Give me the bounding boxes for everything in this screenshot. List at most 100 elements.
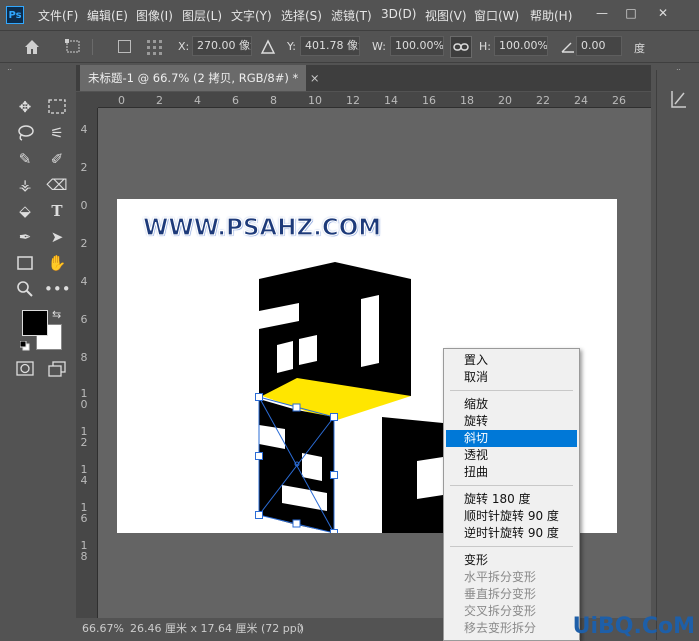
menu-edit[interactable]: 编辑(E) <box>87 7 128 24</box>
swap-colors-icon[interactable]: ⇆ <box>52 308 61 321</box>
ctx-place[interactable]: 置入 <box>446 352 577 369</box>
w-label: W: <box>372 40 386 53</box>
lasso-tool-icon[interactable] <box>12 120 38 146</box>
transform-handle[interactable] <box>330 471 338 479</box>
menu-image[interactable]: 图像(I) <box>136 7 173 24</box>
transform-context-menu: 置入 取消 缩放 旋转 斜切 透视 扭曲 旋转 180 度 顺时针旋转 90 度… <box>443 348 580 641</box>
w-input[interactable]: 100.00% <box>390 36 444 56</box>
ctx-scale[interactable]: 缩放 <box>446 396 577 413</box>
transform-handle[interactable] <box>255 393 263 401</box>
hand-tool-icon[interactable]: ✋ <box>44 250 70 276</box>
home-icon[interactable] <box>22 37 42 57</box>
ruler-tick: 20 <box>498 94 512 107</box>
x-label: X: <box>178 40 190 53</box>
menu-filter[interactable]: 滤镜(T) <box>331 7 372 24</box>
ruler-tick: 2 <box>80 161 88 174</box>
ctx-distort[interactable]: 扭曲 <box>446 464 577 481</box>
angle-unit: 度 <box>634 42 645 55</box>
brush-tool-icon[interactable]: ✐ <box>44 146 70 172</box>
photoshop-logo-icon: Ps <box>6 6 24 24</box>
ctx-cancel[interactable]: 取消 <box>446 369 577 386</box>
angle-icon[interactable] <box>560 39 576 55</box>
maximize-button[interactable]: □ <box>620 3 642 23</box>
horizontal-ruler[interactable]: 0 2 4 6 8 10 12 14 16 18 20 22 24 26 <box>98 92 651 108</box>
default-colors-icon[interactable] <box>19 340 30 351</box>
ctx-rotate-90-ccw[interactable]: 逆时针旋转 90 度 <box>446 525 577 542</box>
menu-3d[interactable]: 3D(D) <box>381 7 416 21</box>
ctx-rotate[interactable]: 旋转 <box>446 413 577 430</box>
close-tab-icon[interactable]: × <box>310 71 320 85</box>
ctx-rotate-90-cw[interactable]: 顺时针旋转 90 度 <box>446 508 577 525</box>
screen-mode-icon[interactable] <box>44 356 70 382</box>
ctx-perspective[interactable]: 透视 <box>446 447 577 464</box>
transform-handle[interactable] <box>255 511 263 519</box>
quick-mask-icon[interactable] <box>12 356 38 382</box>
ctx-split-warp-horizontal: 水平拆分变形 <box>464 570 537 584</box>
ruler-tick: 10 <box>308 94 322 107</box>
magic-wand-tool-icon[interactable]: ⚟ <box>44 120 70 146</box>
delta-icon[interactable] <box>260 39 276 55</box>
reference-point-checkbox[interactable] <box>118 40 131 53</box>
side-block-cutout <box>417 457 443 499</box>
menu-separator <box>450 485 573 486</box>
y-label: Y: <box>287 40 296 53</box>
rectangle-tool-icon[interactable] <box>12 250 38 276</box>
menu-help[interactable]: 帮助(H) <box>530 7 572 24</box>
vertical-ruler[interactable]: 4 2 0 2 4 6 8 1 0 1 2 1 4 1 6 1 8 <box>76 108 98 618</box>
transform-icon[interactable] <box>64 38 84 56</box>
stamp-tool-icon[interactable]: ⚶ <box>12 172 38 198</box>
close-window-button[interactable]: ✕ <box>652 3 674 23</box>
ruler-tick: 12 <box>346 94 360 107</box>
x-input[interactable]: 270.00 像素 <box>192 36 252 56</box>
pen-tool-icon[interactable]: ✒ <box>12 224 38 250</box>
eraser-tool-icon[interactable]: ⌫ <box>44 172 70 198</box>
ruler-tick: 8 <box>270 94 277 107</box>
paint-bucket-tool-icon[interactable]: ⬙ <box>12 198 38 224</box>
marquee-tool-icon[interactable] <box>44 94 70 120</box>
ruler-tick: 1 2 <box>80 425 88 449</box>
transform-handle[interactable] <box>292 519 301 528</box>
eyedropper-tool-icon[interactable]: ✎ <box>12 146 38 172</box>
zoom-level[interactable]: 66.67% <box>82 618 124 640</box>
move-tool-icon[interactable]: ✥ <box>12 94 38 120</box>
cube-cutout <box>277 341 293 373</box>
ctx-remove-warp-split: 移去变形拆分 <box>464 621 537 635</box>
h-input[interactable]: 100.00% <box>494 36 548 56</box>
properties-panel-icon[interactable] <box>667 88 689 110</box>
menu-layer[interactable]: 图层(L) <box>182 7 222 24</box>
menu-window[interactable]: 窗口(W) <box>474 7 519 24</box>
zoom-tool-icon[interactable] <box>12 276 38 302</box>
ruler-tick: 1 0 <box>80 387 88 411</box>
foreground-color-swatch[interactable] <box>22 310 48 336</box>
cube-left-face <box>259 262 335 396</box>
ruler-tick: 24 <box>574 94 588 107</box>
transform-handle[interactable] <box>255 452 263 460</box>
ctx-skew[interactable]: 斜切 <box>446 430 577 447</box>
angle-input[interactable]: 0.00 <box>576 36 622 56</box>
ctx-rotate-180[interactable]: 旋转 180 度 <box>446 491 577 508</box>
menu-separator <box>450 546 573 547</box>
document-size: 26.46 厘米 x 17.64 厘米 (72 ppi) <box>130 622 305 635</box>
menu-select[interactable]: 选择(S) <box>281 7 322 24</box>
transform-handle[interactable] <box>292 403 301 412</box>
path-selection-tool-icon[interactable]: ➤ <box>44 224 70 250</box>
menu-type[interactable]: 文字(Y) <box>231 7 272 24</box>
ruler-tick: 22 <box>536 94 550 107</box>
transform-handle[interactable] <box>330 413 338 421</box>
minimize-button[interactable]: — <box>591 3 613 23</box>
status-menu-arrow-icon[interactable]: 〉 <box>298 618 309 640</box>
site-watermark: UiBQ.CoM <box>572 614 695 639</box>
y-input[interactable]: 401.78 像素 <box>300 36 360 56</box>
link-icon[interactable] <box>450 36 472 58</box>
reference-point-grid-icon[interactable] <box>145 38 165 56</box>
menu-view[interactable]: 视图(V) <box>425 7 467 24</box>
more-tools-icon[interactable]: ••• <box>44 276 71 302</box>
ruler-tick: 4 <box>80 123 88 136</box>
ctx-warp[interactable]: 变形 <box>446 552 577 569</box>
ctx-split-warp-crosswise: 交叉拆分变形 <box>464 604 537 618</box>
type-tool-icon[interactable]: T <box>44 198 70 224</box>
menu-file[interactable]: 文件(F) <box>38 7 78 24</box>
transform-handle[interactable] <box>330 529 338 534</box>
document-tab[interactable]: 未标题-1 @ 66.7% (2 拷贝, RGB/8#) * × <box>80 65 320 91</box>
ruler-corner <box>76 92 98 108</box>
